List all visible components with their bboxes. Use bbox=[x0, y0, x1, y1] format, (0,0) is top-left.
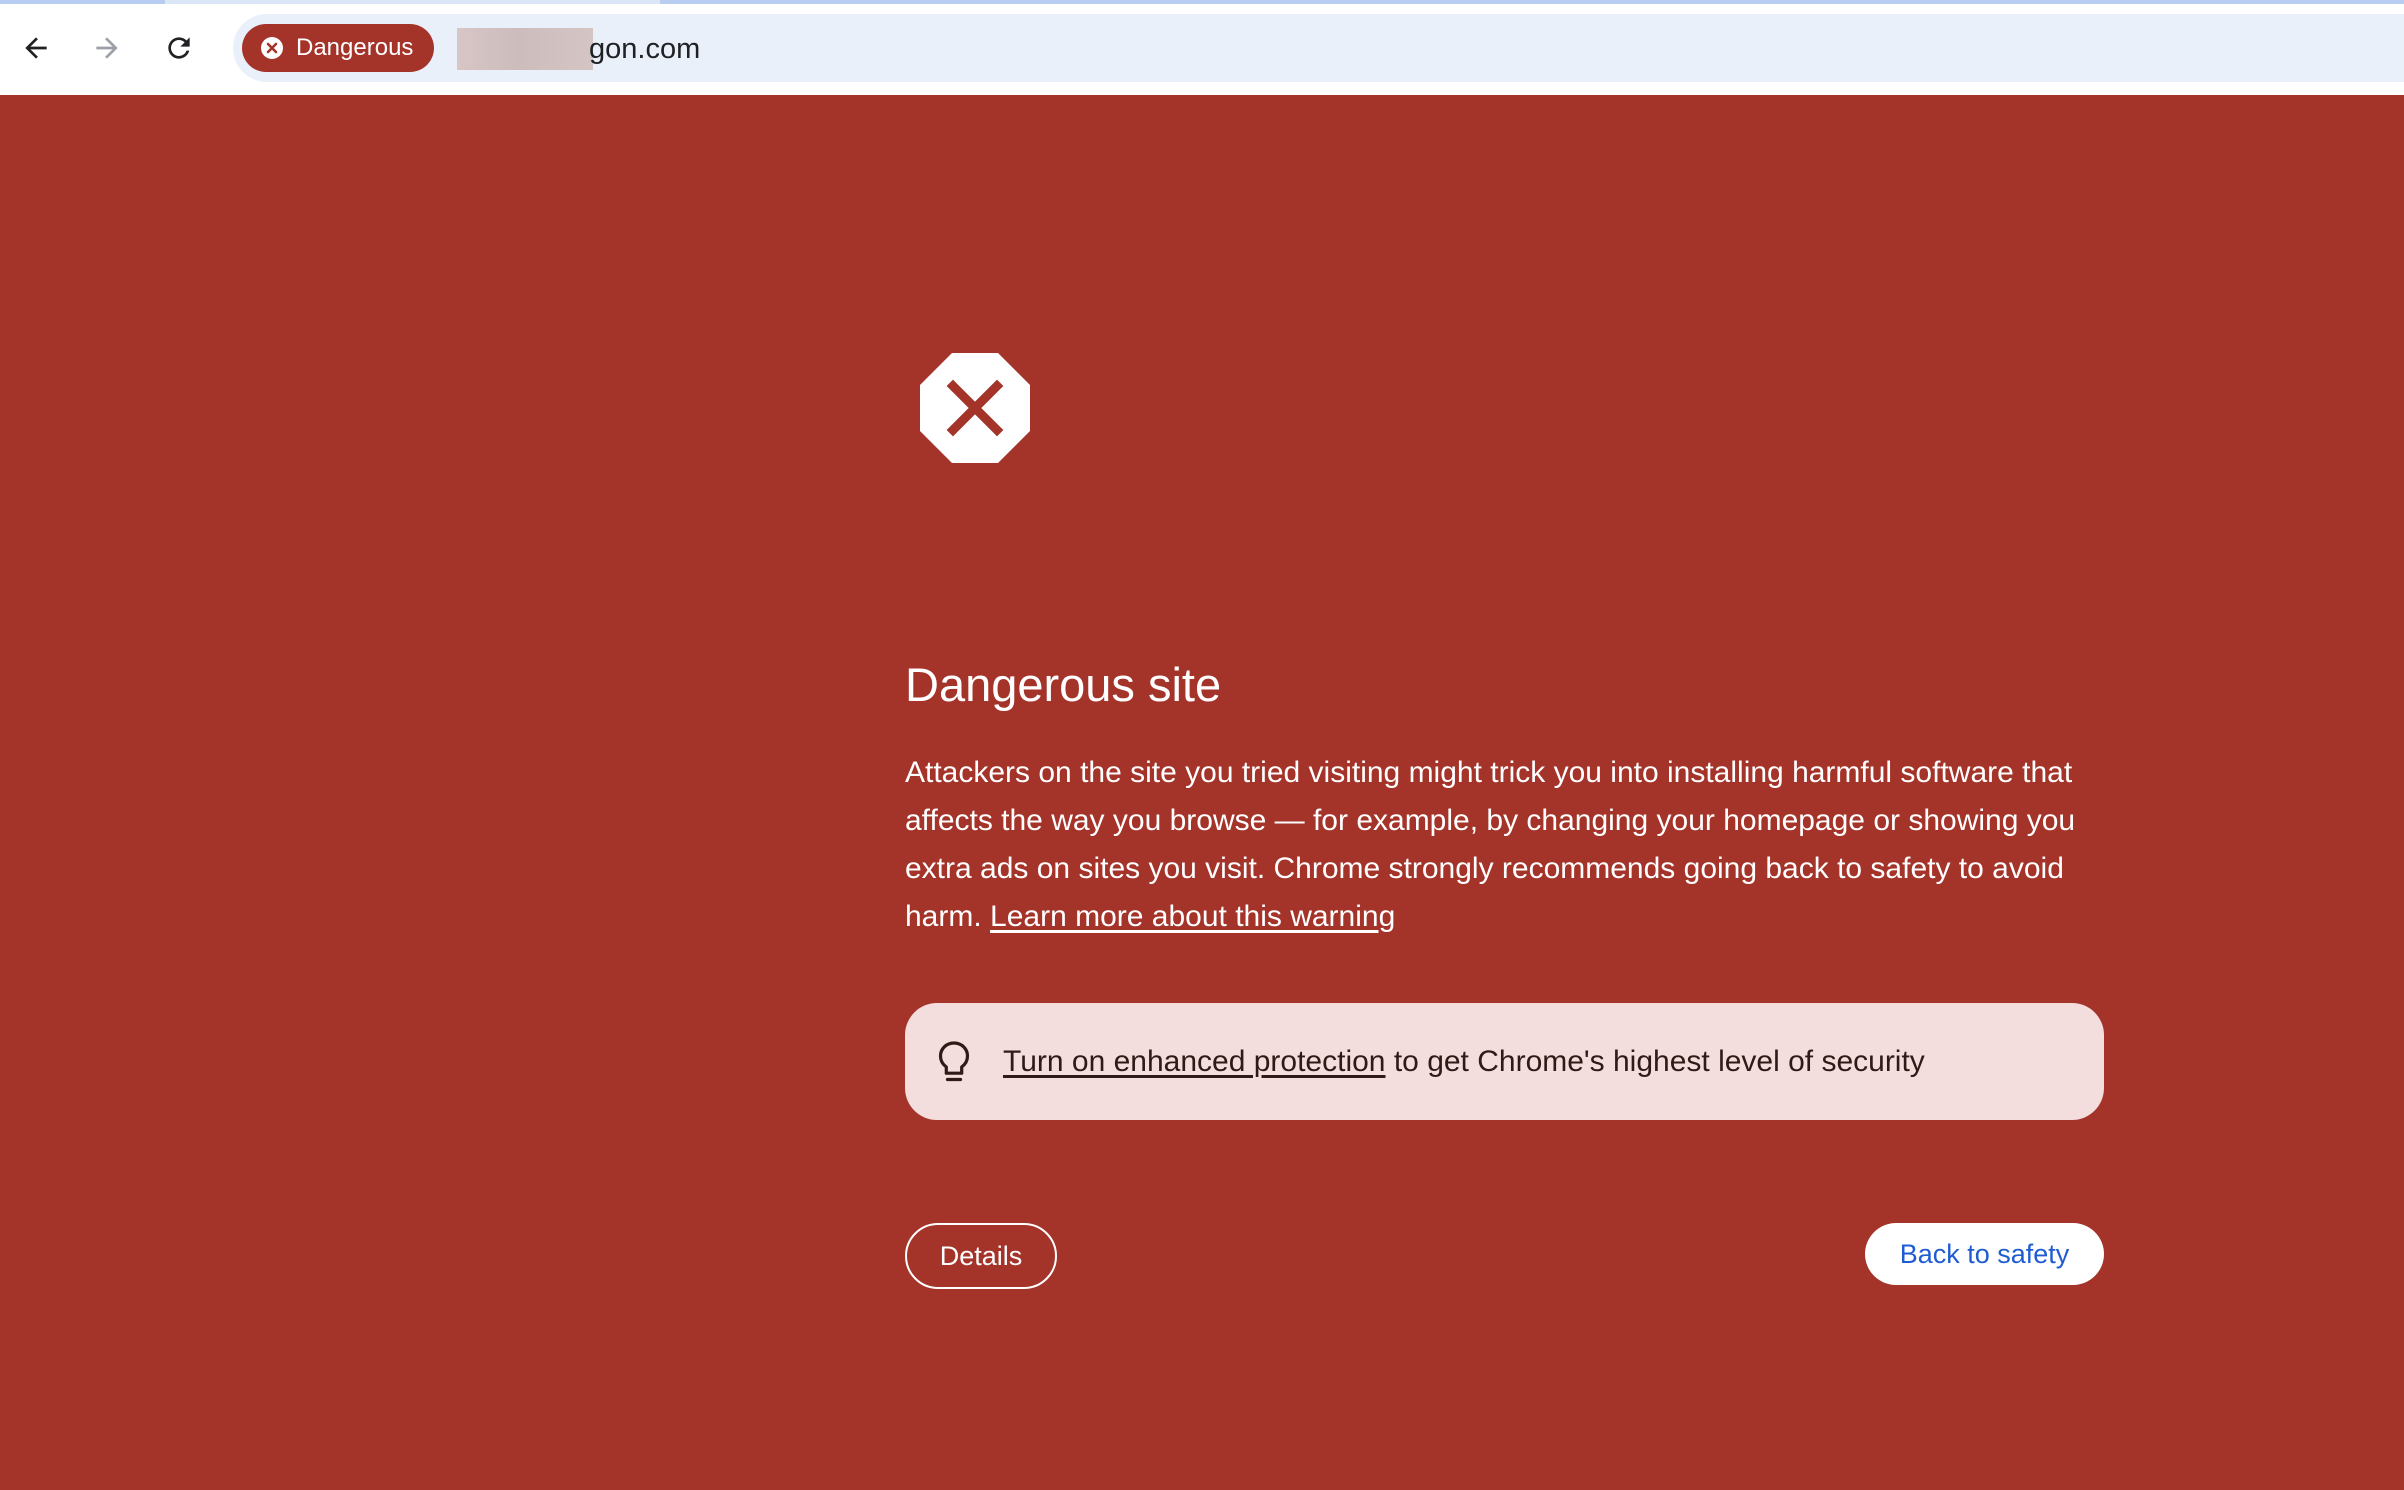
back-button[interactable] bbox=[12, 24, 60, 72]
redacted-url-prefix bbox=[457, 28, 593, 70]
enhanced-protection-banner: Turn on enhanced protection to get Chrom… bbox=[905, 1003, 2104, 1120]
enhanced-protection-text: to get Chrome's highest level of securit… bbox=[1385, 1044, 1925, 1078]
warning-description: Attackers on the site you tried visiting… bbox=[905, 749, 2105, 941]
stop-sign-x-icon bbox=[920, 353, 1030, 463]
enhanced-protection-link[interactable]: Turn on enhanced protection bbox=[1003, 1045, 1386, 1079]
lightbulb-icon bbox=[936, 1040, 972, 1084]
security-status-chip[interactable]: Dangerous bbox=[242, 24, 435, 72]
back-to-safety-button[interactable]: Back to safety bbox=[1865, 1223, 2104, 1285]
reload-icon bbox=[163, 32, 195, 64]
forward-button[interactable] bbox=[83, 24, 131, 72]
tab-strip-edge bbox=[0, 0, 2404, 4]
page-title: Dangerous site bbox=[905, 658, 1222, 711]
browser-toolbar: Dangerous gon.com bbox=[0, 0, 2404, 95]
details-button[interactable]: Details bbox=[905, 1223, 1057, 1289]
reload-button[interactable] bbox=[155, 24, 203, 72]
security-chip-label: Dangerous bbox=[296, 34, 414, 61]
url-domain-suffix: gon.com bbox=[589, 32, 701, 65]
url-text[interactable]: gon.com bbox=[457, 27, 700, 71]
arrow-left-icon bbox=[20, 32, 52, 64]
error-circle-icon bbox=[260, 36, 284, 60]
learn-more-link[interactable]: Learn more about this warning bbox=[990, 900, 1395, 933]
arrow-right-icon bbox=[91, 32, 123, 64]
